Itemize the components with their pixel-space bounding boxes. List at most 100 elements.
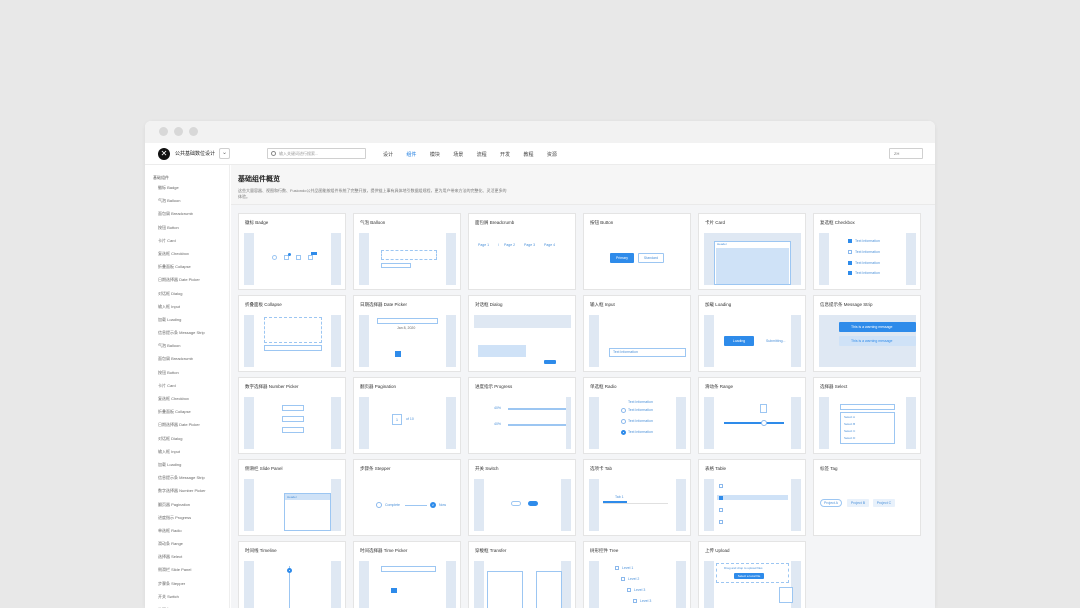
table-row-checkbox[interactable] [719, 508, 723, 512]
sidebar-item[interactable]: 复选框 Checkbox [158, 247, 229, 260]
component-card-switch[interactable]: 开关 Switch [468, 459, 576, 536]
checkbox-unchecked[interactable] [848, 250, 852, 254]
time-input[interactable] [381, 566, 436, 572]
sidebar-item[interactable]: 数字选择器 Number Picker [158, 484, 229, 497]
primary-button[interactable]: Primary [610, 253, 634, 263]
sidebar-item[interactable]: 翻页器 Pagination [158, 498, 229, 511]
sidebar-item[interactable]: 滑动条 Range [158, 537, 229, 550]
component-card-card[interactable]: 卡片 Card Header [698, 213, 806, 290]
nav-item-scenarios[interactable]: 场景 [453, 152, 463, 158]
component-card-pagination[interactable]: 翻页器 Pagination 1 of 10 [353, 377, 461, 454]
select-option[interactable]: Select A [844, 415, 855, 419]
sidebar-item[interactable]: 开关 Switch [158, 590, 229, 603]
nav-item-design[interactable]: 设计 [383, 152, 393, 158]
sidebar-item[interactable]: 折叠面板 Collapse [158, 405, 229, 418]
tree-node-label[interactable]: Level 3 [640, 599, 651, 603]
collapse-panel-collapsed[interactable] [264, 345, 322, 351]
loading-button[interactable]: Loading [724, 336, 754, 346]
number-picker-horizontal[interactable] [282, 405, 304, 411]
component-card-range[interactable]: 滑动条 Range [698, 377, 806, 454]
tag-item[interactable]: Project A [820, 499, 842, 507]
radio-option-selected[interactable] [621, 430, 626, 435]
sidebar-item[interactable]: 折叠面板 Collapse [158, 260, 229, 273]
component-card-date-picker[interactable]: 日期选择器 Date Picker Jan 8, 2020 [353, 295, 461, 372]
tree-node-toggle[interactable] [621, 577, 625, 581]
component-card-time-picker[interactable]: 时间选择器 Time Picker [353, 541, 461, 608]
component-card-button[interactable]: 按钮 Button Primary Standard [583, 213, 691, 290]
tag-item[interactable]: Project B [847, 499, 869, 507]
number-picker-compact[interactable] [282, 427, 304, 433]
sidebar-item[interactable]: 日期选择器 Date Picker [158, 273, 229, 286]
sidebar-item[interactable]: 加载 Loading [158, 458, 229, 471]
breadcrumb-item[interactable]: Page 1 [478, 243, 489, 247]
sidebar-item[interactable]: 气泡 Balloon [158, 194, 229, 207]
sidebar-item[interactable]: 对话框 Dialog [158, 287, 229, 300]
checkbox-checked[interactable] [848, 261, 852, 265]
window-maximize-dot[interactable] [189, 127, 198, 136]
sidebar-item[interactable]: 信息提示条 Message Strip [158, 326, 229, 339]
switch-off[interactable] [511, 501, 521, 506]
sidebar-item[interactable]: 侧滑栏 Slide Panel [158, 563, 229, 576]
tree-node-label[interactable]: Level 3 [634, 588, 645, 592]
sidebar-item[interactable]: 卡片 Card [158, 379, 229, 392]
number-picker-vertical[interactable] [282, 416, 304, 422]
sidebar-item[interactable]: 徽标 Badge [158, 181, 229, 194]
sidebar-item[interactable]: 按钮 Button [158, 221, 229, 234]
component-card-tag[interactable]: 标签 Tag Project A Project B Project C [813, 459, 921, 536]
component-card-checkbox[interactable]: 复选框 Checkbox Text Information Text Infor… [813, 213, 921, 290]
component-card-table[interactable]: 表格 Table [698, 459, 806, 536]
sidebar-item[interactable]: 选择器 Select [158, 550, 229, 563]
sidebar-item[interactable]: 复选框 Checkbox [158, 392, 229, 405]
component-card-timeline[interactable]: 时间线 Timeline [238, 541, 346, 608]
component-card-input[interactable]: 输入框 Input Text Information [583, 295, 691, 372]
component-card-slide-panel[interactable]: 侧滑栏 Slide Panel Header [238, 459, 346, 536]
window-close-dot[interactable] [159, 127, 168, 136]
component-card-collapse[interactable]: 折叠面板 Collapse [238, 295, 346, 372]
table-row-checkbox[interactable] [719, 520, 723, 524]
component-card-breadcrumb[interactable]: 面包屑 Breadcrumb Page 1 / Page 2 Page 3 Pa… [468, 213, 576, 290]
switch-on[interactable] [528, 501, 538, 506]
language-select[interactable]: ZH [889, 148, 923, 159]
sidebar-item[interactable]: 面包屑 Breadcrumb [158, 352, 229, 365]
radio-option[interactable] [621, 419, 626, 424]
sidebar-item[interactable]: 信息提示条 Message Strip [158, 471, 229, 484]
component-card-tree[interactable]: 树形控件 Tree Level 1 Level 2 Level 3 Level … [583, 541, 691, 608]
nav-item-development[interactable]: 开发 [500, 152, 510, 158]
component-card-balloon[interactable]: 气泡 Balloon [353, 213, 461, 290]
sidebar-item[interactable]: 面包屑 Breadcrumb [158, 207, 229, 220]
component-card-upload[interactable]: 上传 Upload Drag and drop to upload files … [698, 541, 806, 608]
tree-node-toggle[interactable] [633, 599, 637, 603]
table-row-checkbox[interactable] [719, 496, 723, 500]
nav-item-tutorials[interactable]: 教程 [523, 152, 533, 158]
tree-node-toggle[interactable] [627, 588, 631, 592]
dialog-ok-button[interactable] [544, 360, 556, 364]
checkbox-checked[interactable] [848, 271, 852, 275]
tab-active[interactable]: Tab 1 [615, 495, 624, 499]
brand-logo-icon[interactable]: ✕ [158, 148, 170, 160]
standard-button[interactable]: Standard [638, 253, 664, 263]
sidebar-item[interactable]: 步骤条 Stepper [158, 577, 229, 590]
select-input[interactable] [840, 404, 895, 410]
component-card-radio[interactable]: 单选框 Radio Text Information Text Informat… [583, 377, 691, 454]
component-card-transfer[interactable]: 穿梭框 Transfer [468, 541, 576, 608]
tree-node-toggle[interactable] [615, 566, 619, 570]
tag-item[interactable]: Project C [873, 499, 895, 507]
sidebar-item[interactable]: 输入框 Input [158, 445, 229, 458]
nav-item-components[interactable]: 组件 [406, 152, 416, 158]
nav-item-resources[interactable]: 资源 [547, 152, 557, 158]
component-card-select[interactable]: 选择器 Select Select A Select B Select C Se… [813, 377, 921, 454]
select-option[interactable]: Select C [844, 429, 855, 433]
range-handle[interactable] [761, 420, 767, 426]
sidebar-item[interactable]: 日期选择器 Date Picker [158, 418, 229, 431]
breadcrumb-item[interactable]: Page 4 [544, 243, 555, 247]
select-option[interactable]: Select B [844, 422, 855, 426]
nav-item-flows[interactable]: 流程 [477, 152, 487, 158]
sidebar-item[interactable]: 加载 Loading [158, 313, 229, 326]
date-input[interactable] [377, 318, 438, 324]
window-minimize-dot[interactable] [174, 127, 183, 136]
component-card-tab[interactable]: 选项卡 Tab Tab 1 [583, 459, 691, 536]
search-input[interactable]: 输入关键词进行搜索... [267, 148, 366, 159]
collapse-panel-expanded[interactable] [264, 317, 322, 343]
breadcrumb-item[interactable]: Page 2 [504, 243, 515, 247]
calendar-selected-day[interactable] [395, 351, 401, 357]
